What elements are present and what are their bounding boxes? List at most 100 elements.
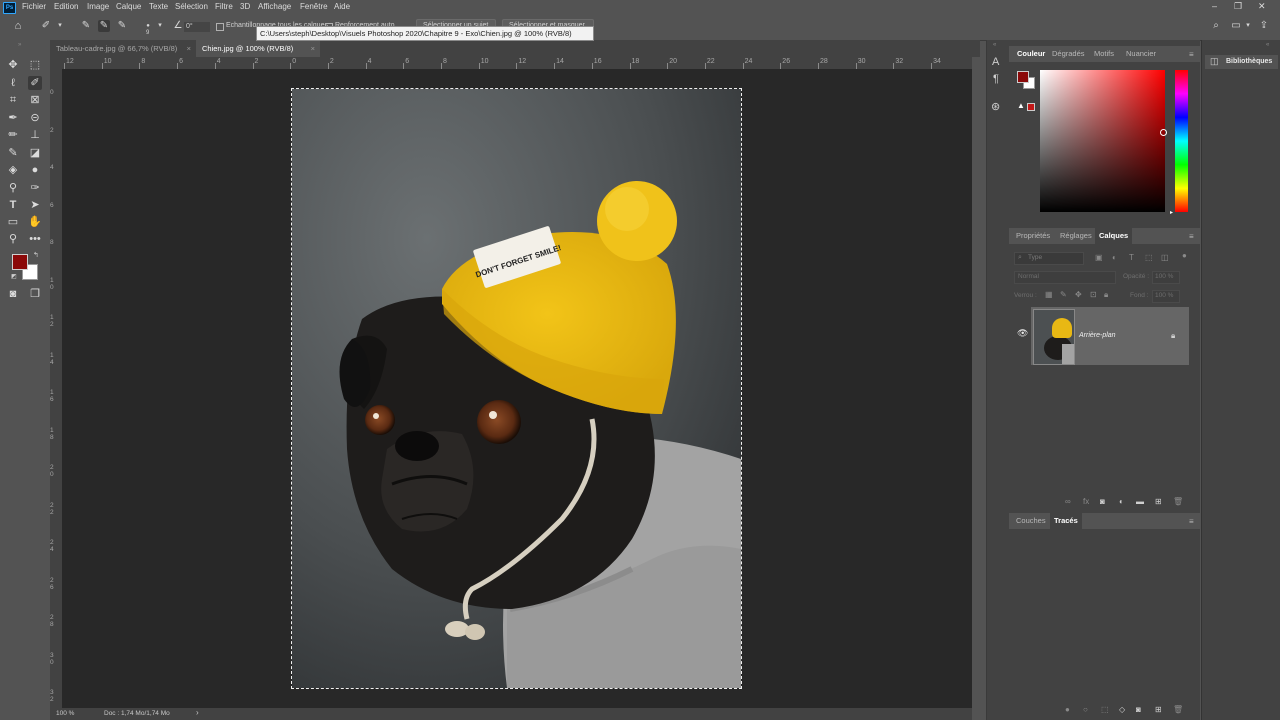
tab-chien[interactable]: Chien.jpg @ 100% (RVB/8) × [196,40,320,57]
status-menu-arrow[interactable]: › [196,708,199,717]
crop-tool-icon[interactable]: ⌗ [6,93,20,107]
layer-style-icon[interactable]: fx [1083,497,1089,506]
zoom-level[interactable]: 100 % [56,710,74,717]
default-colors-icon[interactable]: ◩ [11,273,17,280]
share-icon[interactable]: ⇪ [1258,20,1270,32]
new-selection-icon[interactable]: ✎ [80,20,92,32]
tab-calques[interactable]: Calques [1095,228,1133,244]
load-selection-icon[interactable]: ⬚ [1101,705,1109,714]
eraser-tool-icon[interactable]: ◪ [28,146,42,160]
tab-degrades[interactable]: Dégradés [1052,46,1085,62]
menu-texte[interactable]: Texte [149,2,168,11]
new-group-icon[interactable]: ▬ [1136,497,1144,506]
panel-menu-icon[interactable]: ≡ [1189,50,1194,59]
marquee-tool-icon[interactable]: ⬚ [28,58,42,72]
menu-aide[interactable]: Aide [334,2,350,11]
character-panel-icon[interactable]: A [992,56,999,68]
paragraph-panel-icon[interactable]: ¶ [993,73,999,85]
gamut-color-swatch[interactable] [1027,103,1035,111]
menu-selection[interactable]: Sélection [175,2,208,11]
make-path-icon[interactable]: ◇ [1119,705,1125,714]
brush-tool-icon[interactable]: ✏ [6,128,20,142]
collapse-icon[interactable]: « [1266,42,1269,48]
pen-tool-icon[interactable]: ✑ [28,181,42,195]
link-layers-icon[interactable]: ∞ [1065,497,1071,506]
menu-filtre[interactable]: Filtre [215,2,233,11]
screen-mode-icon[interactable]: ❐ [28,287,42,301]
home-icon[interactable]: ⌂ [12,20,24,32]
tab-reglages[interactable]: Réglages [1060,228,1092,244]
menu-fenetre[interactable]: Fenêtre [300,2,328,11]
tab-tableau-cadre[interactable]: Tableau-cadre.jpg @ 66,7% (RVB/8) × [50,40,196,57]
filter-adjustment-icon[interactable]: ◐ [1112,253,1117,262]
panel-menu-icon[interactable]: ≡ [1189,232,1194,241]
filter-toggle-icon[interactable]: ● [1182,251,1187,260]
filter-type-icon[interactable]: T [1129,253,1134,262]
blend-mode-select[interactable]: Normal [1014,271,1116,284]
type-tool-icon[interactable]: T [6,198,20,212]
hue-slider[interactable] [1175,70,1188,212]
chevron-down-icon[interactable]: ▾ [154,20,166,32]
collapse-icon[interactable]: » [18,42,21,48]
rectangle-tool-icon[interactable]: ▭ [6,215,20,229]
dodge-tool-icon[interactable]: ⚲ [6,181,20,195]
foreground-color-swatch[interactable] [1017,71,1029,83]
tab-nuancier[interactable]: Nuancier [1126,46,1156,62]
angle-input[interactable]: 0° [184,22,210,32]
lock-position-icon[interactable]: ✥ [1075,290,1082,299]
eyedropper-tool-icon[interactable]: ✒ [6,111,20,125]
path-selection-tool-icon[interactable]: ➤ [28,198,42,212]
layer-row-arriere-plan[interactable]: Arrière-plan 🔒︎ [1031,307,1189,365]
delete-layer-icon[interactable]: 🗑︎ [1173,497,1183,506]
collapse-icon[interactable]: « [993,42,996,48]
panel-menu-icon[interactable]: ≡ [1189,517,1194,526]
chevron-down-icon[interactable]: ▾ [1242,20,1254,32]
opacity-input[interactable]: 100 % [1152,271,1180,284]
filter-shape-icon[interactable]: ⬚ [1145,253,1153,262]
zoom-tool-icon[interactable]: ⚲ [6,232,20,246]
history-brush-tool-icon[interactable]: ✎ [6,146,20,160]
add-mask-icon[interactable]: ◙ [1100,497,1105,506]
menu-affichage[interactable]: Affichage [258,2,291,11]
visibility-eye-icon[interactable]: 👁︎ [1017,328,1028,339]
new-layer-icon[interactable]: ⊞ [1155,497,1162,506]
fill-input[interactable]: 100 % [1152,290,1180,303]
close-tab-icon[interactable]: × [187,40,191,57]
spot-healing-tool-icon[interactable]: ⊝ [28,111,42,125]
lock-transparent-icon[interactable]: ▦ [1045,290,1053,299]
menu-calque[interactable]: Calque [116,2,141,11]
workspace-icon[interactable]: ▭ [1230,20,1242,32]
tab-couches[interactable]: Couches [1016,513,1046,529]
menu-image[interactable]: Image [87,2,109,11]
move-tool-icon[interactable]: ✥ [6,58,20,72]
gradient-tool-icon[interactable]: ◈ [6,163,20,177]
menu-3d[interactable]: 3D [240,2,250,11]
delete-path-icon[interactable]: 🗑︎ [1173,705,1183,714]
restore-button[interactable]: ❐ [1234,1,1242,12]
minimize-button[interactable]: – [1212,1,1217,11]
layer-filter-input[interactable]: ⌕ Type [1014,252,1084,265]
tab-motifs[interactable]: Motifs [1094,46,1114,62]
foreground-color-swatch[interactable] [12,254,28,270]
menu-edition[interactable]: Edition [54,2,78,11]
add-mask-icon[interactable]: ◙ [1136,705,1141,714]
navigator-panel-icon[interactable]: ⊛ [991,100,1000,113]
sample-all-checkbox[interactable] [216,23,224,31]
more-tools-icon[interactable]: ••• [28,232,42,246]
filter-smart-object-icon[interactable]: ◫ [1161,253,1169,262]
quick-selection-tool-icon[interactable]: ✐ [28,76,42,90]
tab-proprietes[interactable]: Propriétés [1016,228,1050,244]
close-tab-icon[interactable]: × [311,40,315,57]
subtract-selection-icon[interactable]: ✎ [116,20,128,32]
filter-pixel-icon[interactable]: ▣ [1095,253,1103,262]
lock-all-icon[interactable]: 🔒︎ [1104,290,1108,300]
lock-artboard-icon[interactable]: ⊡ [1090,290,1097,299]
color-field[interactable] [1040,70,1165,212]
hue-slider-handle[interactable]: ▸ [1170,209,1173,216]
close-window-button[interactable]: ✕ [1258,1,1266,12]
frame-tool-icon[interactable]: ⊠ [28,93,42,107]
hand-tool-icon[interactable]: ✋ [28,215,42,229]
layer-lock-icon[interactable]: 🔒︎ [1171,331,1175,341]
libraries-button[interactable]: ◫ Bibliothèques [1205,55,1278,69]
search-icon[interactable]: ⌕ [1210,20,1222,32]
